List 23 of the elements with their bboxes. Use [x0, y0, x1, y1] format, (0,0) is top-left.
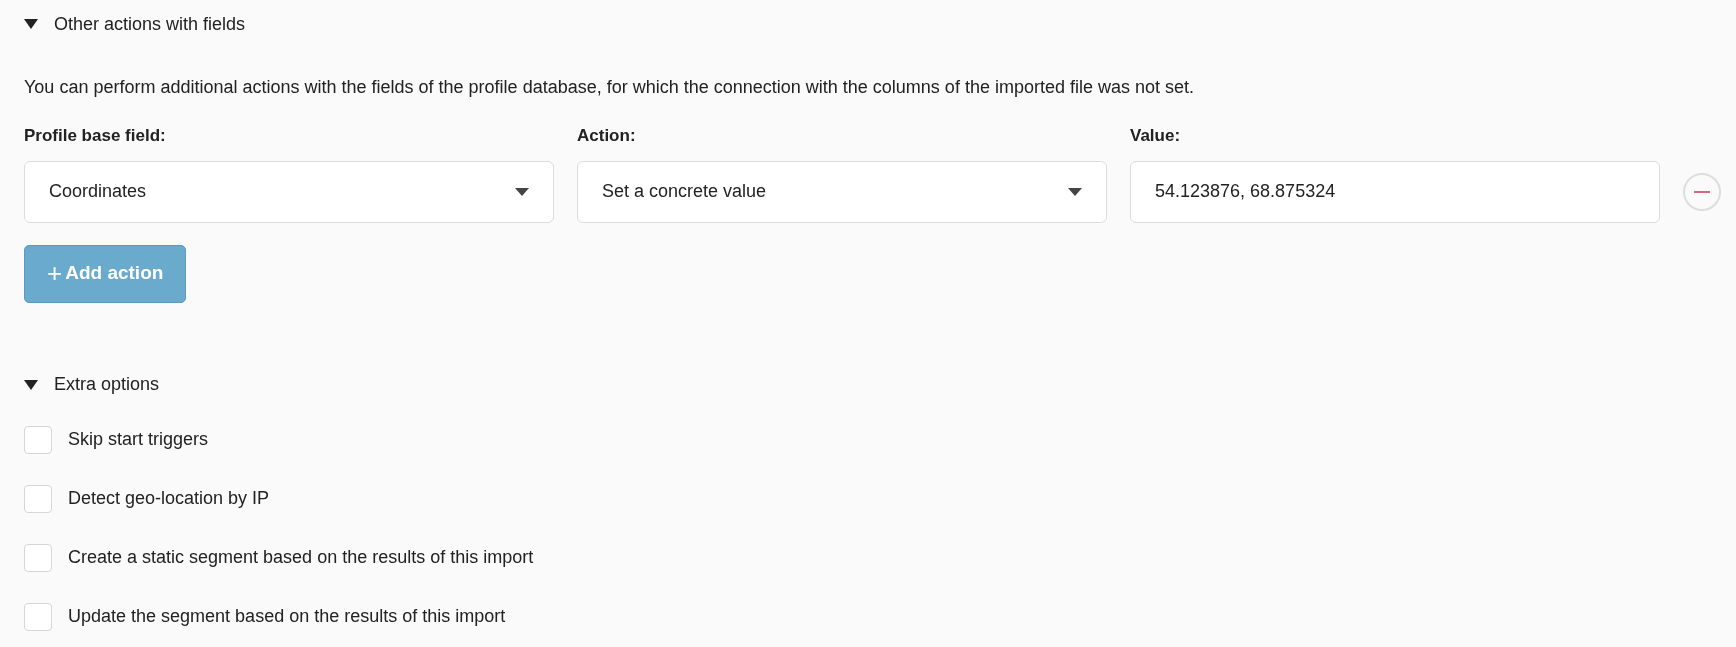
- field-label: Action:: [577, 125, 637, 147]
- checkbox[interactable]: [24, 484, 52, 513]
- checkbox[interactable]: [24, 602, 52, 631]
- section-title[interactable]: Other actions with fields: [54, 10, 246, 38]
- option-label[interactable]: Create a static segment based on the results of this import: [68, 544, 534, 571]
- expanded-triangle-icon[interactable]: [24, 379, 38, 390]
- description-text: You can perform additional actions with the fields of the profile database, for which the connection with the columns of the imported file was not set.: [24, 76, 1195, 99]
- checkbox[interactable]: [24, 425, 52, 454]
- action-select[interactable]: Set a concrete value: [577, 160, 1107, 223]
- caret-icon: [515, 187, 529, 196]
- option-label[interactable]: Detect geo-location by IP: [68, 485, 270, 512]
- remove-button[interactable]: [1683, 172, 1721, 211]
- caret-icon: [1068, 187, 1082, 196]
- minus-icon: [1694, 190, 1710, 193]
- expanded-triangle-icon[interactable]: [24, 19, 38, 29]
- section-title[interactable]: Extra options: [54, 371, 160, 398]
- field-label: Value:: [1130, 125, 1182, 147]
- field-select[interactable]: Coordinates: [24, 160, 554, 223]
- option-label[interactable]: Skip start triggers: [68, 426, 209, 453]
- value-input[interactable]: 54.123876, 68.875324: [1130, 160, 1660, 223]
- field-label: Profile base field:: [24, 125, 167, 147]
- checkbox[interactable]: [24, 543, 52, 572]
- option-label[interactable]: Update the segment based on the results of this import: [68, 603, 506, 630]
